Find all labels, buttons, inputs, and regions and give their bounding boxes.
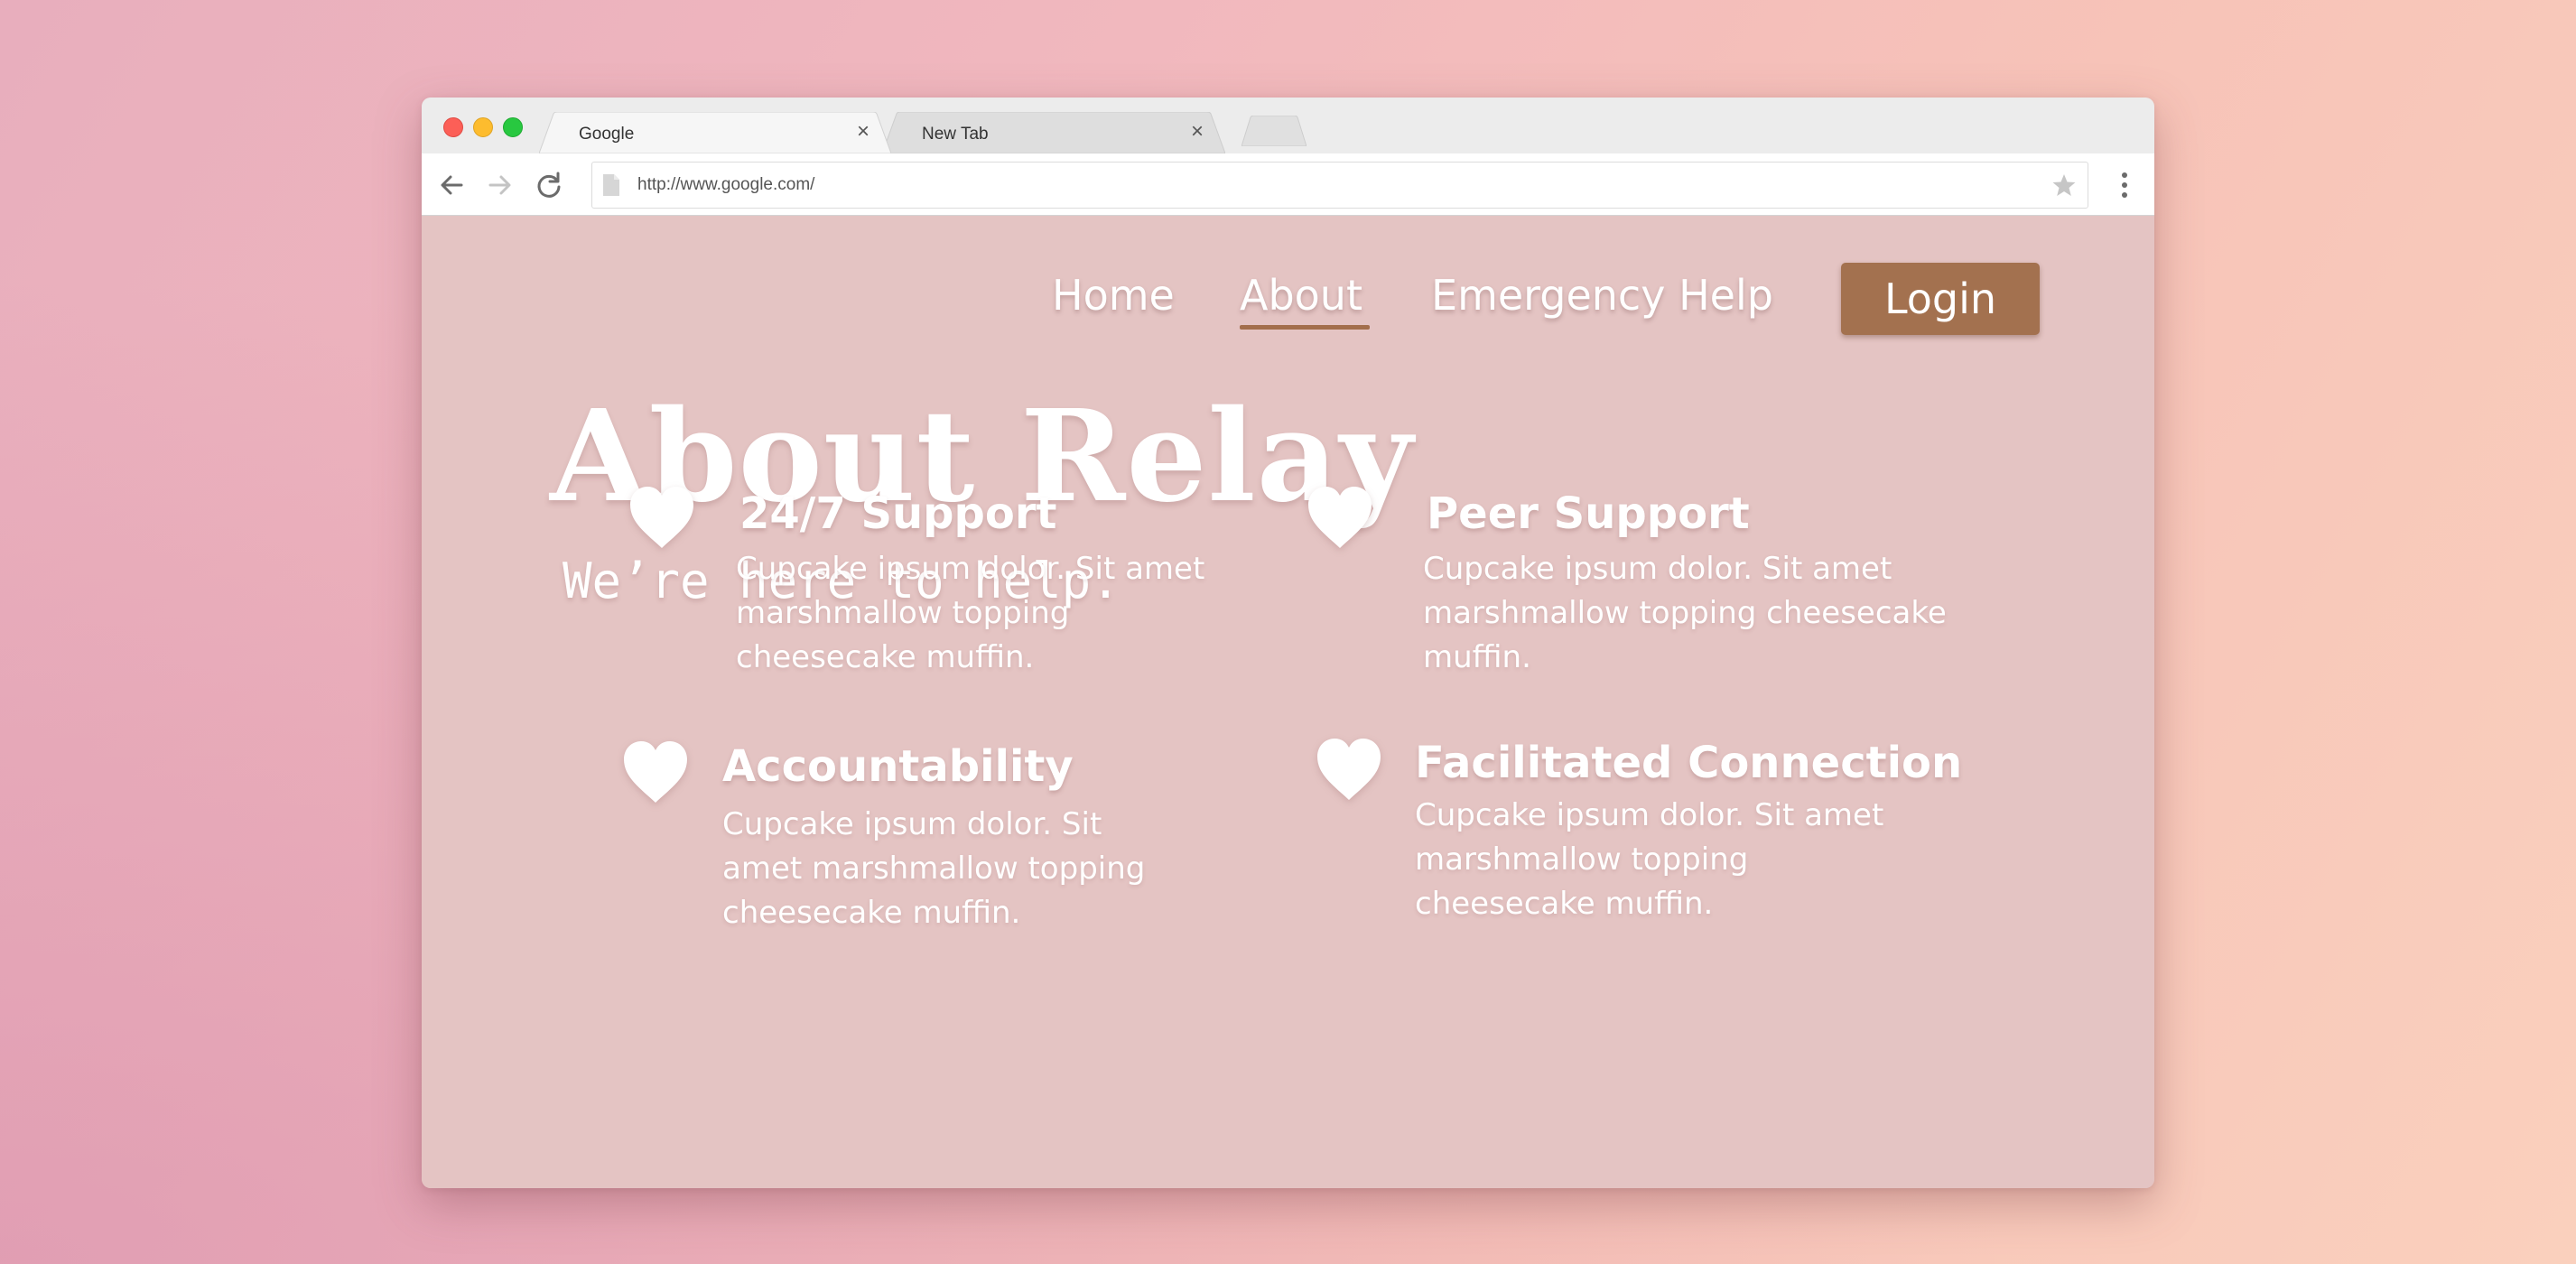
tab-close-icon[interactable]: × bbox=[857, 121, 870, 143]
feature-title: Peer Support bbox=[1427, 488, 1750, 539]
nav-link-home[interactable]: Home bbox=[1052, 268, 1175, 322]
browser-window: Google × New Tab × http://www.google.com… bbox=[422, 98, 2154, 1188]
new-tab-button[interactable] bbox=[1242, 116, 1307, 146]
more-options-icon[interactable] bbox=[2120, 170, 2129, 200]
feature-description: Cupcake ipsum dolor. Sit amet marshmallo… bbox=[736, 551, 1205, 675]
close-window-button[interactable] bbox=[443, 117, 463, 137]
page-viewport: Home About Emergency Help Login About Re… bbox=[422, 216, 2154, 1188]
tab-strip: Google × New Tab × bbox=[422, 98, 2154, 154]
tab-new-tab[interactable]: New Tab × bbox=[882, 112, 1225, 153]
active-nav-underline bbox=[1240, 325, 1370, 330]
forward-arrow-icon[interactable] bbox=[485, 170, 516, 200]
heart-icon bbox=[1307, 485, 1373, 550]
feature-description: Cupcake ipsum dolor. Sit amet marshmallo… bbox=[1423, 551, 1947, 675]
nav-link-emergency-help[interactable]: Emergency Help bbox=[1431, 268, 1773, 322]
tab-google[interactable]: Google × bbox=[539, 112, 891, 153]
feature-description: Cupcake ipsum dolor. Sit amet marshmallo… bbox=[1415, 797, 1884, 922]
feature-description: Cupcake ipsum dolor. Sit amet marshmallo… bbox=[722, 806, 1146, 931]
login-button[interactable]: Login bbox=[1841, 263, 2040, 335]
feature-title: 24/7 Support bbox=[739, 488, 1057, 539]
tab-label: Google bbox=[579, 125, 635, 144]
tab-label: New Tab bbox=[922, 125, 989, 144]
browser-toolbar: http://www.google.com/ bbox=[422, 153, 2154, 216]
url-text: http://www.google.com/ bbox=[637, 175, 815, 194]
tab-close-icon[interactable]: × bbox=[1191, 121, 1204, 143]
heart-icon bbox=[622, 739, 689, 804]
maximize-window-button[interactable] bbox=[503, 117, 523, 137]
bookmark-star-icon[interactable] bbox=[2051, 172, 2077, 198]
minimize-window-button[interactable] bbox=[473, 117, 493, 137]
heart-icon bbox=[628, 485, 695, 550]
new-tab-icon bbox=[1242, 116, 1307, 146]
address-bar[interactable]: http://www.google.com/ bbox=[591, 162, 2088, 209]
feature-title: Accountability bbox=[722, 741, 1074, 792]
feature-title: Facilitated Connection bbox=[1415, 738, 1963, 788]
page-icon bbox=[603, 174, 619, 196]
back-arrow-icon[interactable] bbox=[436, 170, 467, 200]
nav-link-about[interactable]: About bbox=[1240, 268, 1362, 322]
reload-icon[interactable] bbox=[534, 170, 564, 200]
heart-icon bbox=[1316, 737, 1382, 802]
